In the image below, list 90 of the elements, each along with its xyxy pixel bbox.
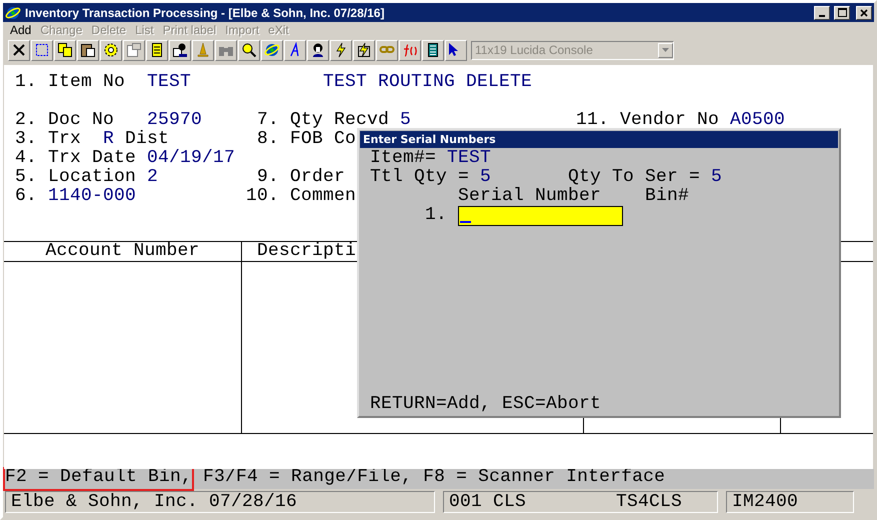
field-label: Qty Recvd bbox=[290, 111, 390, 130]
column-header: Account Number bbox=[4, 241, 241, 262]
toolbar-button[interactable] bbox=[422, 40, 444, 60]
toolbar-button[interactable] bbox=[307, 40, 329, 60]
field-value: TEST bbox=[447, 149, 492, 168]
toolbar-button[interactable] bbox=[445, 40, 467, 60]
field-label: Ttl Qty = bbox=[370, 168, 470, 187]
selection-icon bbox=[34, 42, 50, 58]
function-icon bbox=[402, 42, 418, 58]
field-value: 5 bbox=[711, 168, 722, 187]
field-label: Order bbox=[290, 168, 346, 187]
toolbar-button[interactable] bbox=[261, 40, 283, 60]
globe-icon bbox=[264, 42, 280, 58]
field-value[interactable]: TEST bbox=[147, 73, 192, 92]
minimize-button[interactable] bbox=[814, 6, 830, 20]
field-label: Item#= bbox=[370, 149, 436, 168]
minimize-icon bbox=[819, 14, 825, 16]
toolbar-button[interactable] bbox=[8, 40, 30, 60]
toolbar-button[interactable] bbox=[330, 40, 352, 60]
toolbar-button[interactable] bbox=[238, 40, 260, 60]
field-label: Trx bbox=[48, 130, 82, 149]
field-value[interactable]: 25970 bbox=[147, 111, 202, 130]
lightning-icon bbox=[356, 42, 372, 58]
maximize-button[interactable] bbox=[834, 6, 850, 20]
row-number: 1. bbox=[424, 205, 447, 225]
field-label: 8. bbox=[256, 130, 279, 149]
toolbar-button[interactable] bbox=[77, 40, 99, 60]
field-label: 3. bbox=[15, 130, 38, 149]
toolbar-button[interactable] bbox=[31, 40, 53, 60]
status-text: Elbe & Sohn, Inc. 07/28/16 bbox=[11, 492, 298, 512]
key-hint: RETURN=Add, ESC=Abort bbox=[370, 394, 602, 414]
field-label: Commen bbox=[290, 187, 356, 206]
globe-icon bbox=[5, 4, 21, 20]
search-icon bbox=[241, 42, 257, 58]
window-title: Inventory Transaction Processing - [Elbe & Sohn, Inc. 07/28/16] bbox=[25, 6, 386, 20]
properties-icon bbox=[126, 42, 142, 58]
toolbar-button[interactable] bbox=[169, 40, 191, 60]
function-key-hint: F3/F4 = Range/File, F8 = Scanner Interface bbox=[202, 467, 666, 489]
dialog-title: Enter Serial Numbers bbox=[360, 131, 838, 148]
dropdown-arrow-icon bbox=[662, 48, 669, 52]
field-label: 1. bbox=[15, 73, 38, 92]
gear-icon bbox=[103, 42, 119, 58]
close-button[interactable] bbox=[856, 6, 872, 20]
notepad-icon bbox=[149, 42, 165, 58]
field-label: 4. bbox=[15, 149, 38, 168]
person-icon bbox=[310, 42, 326, 58]
field-value: 5 bbox=[480, 168, 492, 187]
field-label: Doc No bbox=[48, 111, 116, 130]
field-label: 6. bbox=[15, 187, 38, 206]
field-label: Location bbox=[48, 168, 138, 187]
status-text: TS4CLS bbox=[616, 492, 682, 512]
field-label: 7. bbox=[256, 111, 279, 130]
field-value[interactable]: 04/19/17 bbox=[147, 149, 236, 168]
field-value[interactable]: R bbox=[103, 130, 114, 149]
field-label: 9. bbox=[256, 168, 279, 187]
status-text: 001 CLS bbox=[449, 492, 526, 512]
toolbar-button[interactable] bbox=[54, 40, 76, 60]
toolbar-button[interactable] bbox=[284, 40, 306, 60]
column-header: Serial Number bbox=[458, 186, 602, 206]
field-label: 11. bbox=[576, 111, 609, 130]
toolbar-button[interactable] bbox=[100, 40, 122, 60]
field-label: Qty To Ser = bbox=[568, 168, 700, 187]
field-label: Vendor No bbox=[620, 111, 720, 130]
menu-item[interactable]: Add bbox=[10, 23, 32, 37]
close-icon bbox=[860, 8, 868, 16]
item-description: TEST ROUTING DELETE bbox=[323, 73, 532, 92]
field-label: Dist bbox=[125, 130, 170, 149]
serial-number-field[interactable] bbox=[458, 206, 623, 226]
field-label: 2. bbox=[15, 111, 38, 130]
person-icon bbox=[172, 42, 188, 58]
field-label: 5. bbox=[15, 168, 38, 187]
field-value[interactable]: 5 bbox=[400, 111, 412, 130]
text-cursor bbox=[460, 221, 471, 223]
field-value[interactable]: A0500 bbox=[730, 111, 786, 130]
column-header: Bin# bbox=[645, 187, 690, 206]
field-value[interactable]: 2 bbox=[147, 168, 158, 187]
calculator-icon bbox=[425, 42, 441, 58]
field-label: FOB Co bbox=[290, 130, 356, 149]
field-value[interactable]: 1140-000 bbox=[48, 187, 136, 206]
toolbar-button[interactable] bbox=[146, 40, 168, 60]
field-label: Trx Date bbox=[48, 149, 138, 168]
copy-icon bbox=[57, 42, 73, 58]
close-icon bbox=[11, 42, 27, 58]
field-label: Item No bbox=[48, 73, 126, 92]
field-label: 10. bbox=[246, 187, 279, 206]
paste-icon bbox=[80, 42, 96, 58]
function-key-hint: F2 = Default Bin, bbox=[3, 467, 194, 491]
toolbar-button[interactable] bbox=[353, 40, 375, 60]
status-text: IM2400 bbox=[732, 492, 798, 512]
maximize-icon bbox=[838, 8, 846, 17]
